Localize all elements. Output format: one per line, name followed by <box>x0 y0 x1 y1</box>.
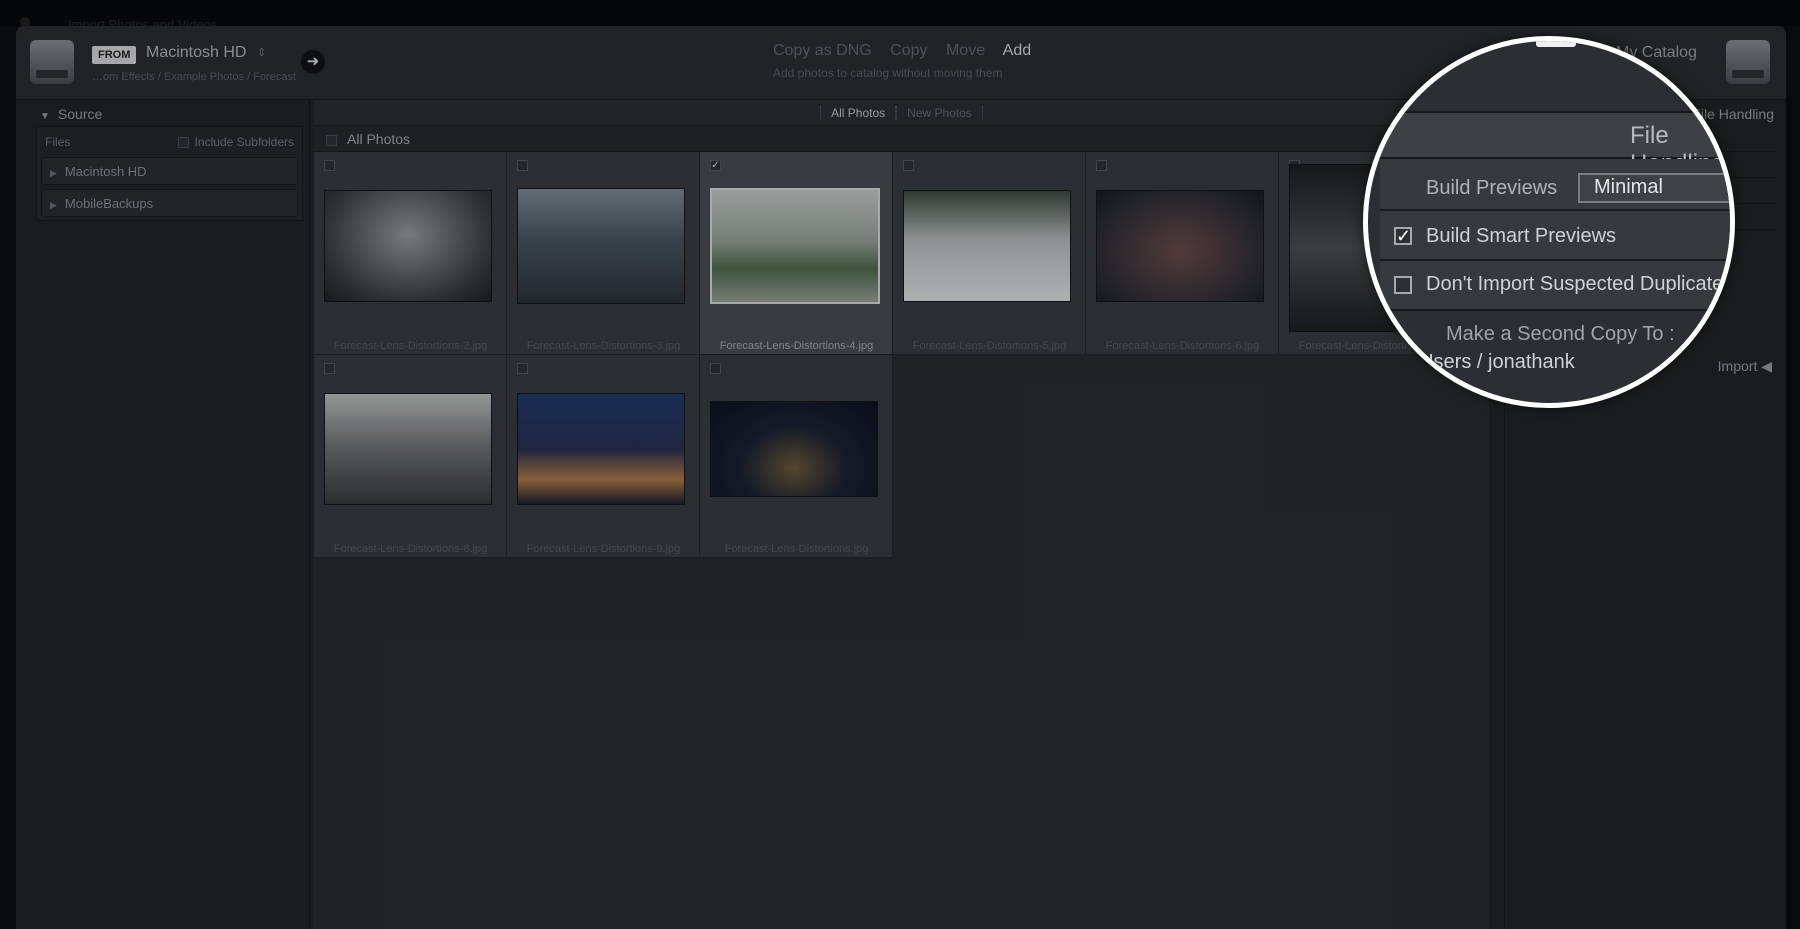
dont-import-duplicates-label: Don't Import Suspected Duplicates <box>1426 273 1734 295</box>
photo-filename: Forecast-Lens-Distortions-2.jpg <box>333 340 488 352</box>
second-copy-label: Make a Second Copy To : <box>1446 323 1675 345</box>
second-copy-path: / Users / jonathank <box>1408 351 1575 373</box>
title-bar: Import Photos and Videos <box>0 0 1800 32</box>
mode-copy[interactable]: Copy <box>890 42 927 59</box>
photo-checkbox[interactable] <box>517 363 528 374</box>
photo-filename: Forecast-Lens-Distortions-6.jpg <box>1105 340 1260 352</box>
photo-filename: Forecast-Lens-Distortions-5.jpg <box>912 340 1067 352</box>
photo-grid: Forecast-Lens-Distortions-2.jpg Forecast… <box>314 152 1489 902</box>
photo-thumbnail[interactable] <box>903 190 1071 302</box>
photo-cell[interactable]: Forecast-Lens-Distortions.jpg <box>700 355 893 558</box>
photo-filename: Forecast-Lens-Distortions-3.jpg <box>526 340 681 352</box>
photo-checkbox[interactable] <box>324 160 335 171</box>
photo-filename: Forecast-Lens-Distortions-8.jpg <box>333 543 488 555</box>
mode-subtitle: Add photos to catalog without moving the… <box>773 66 1003 80</box>
filter-all-photos[interactable]: All Photos <box>820 106 897 120</box>
photo-cell[interactable]: Forecast-Lens-Distortions-6.jpg <box>1086 152 1279 355</box>
mode-move[interactable]: Move <box>946 42 985 59</box>
photo-filename: Forecast-Lens-Distortions-4.jpg <box>719 340 874 352</box>
photo-filename: Forecast-Lens-Distortions.jpg <box>724 543 869 555</box>
source-title: Source <box>57 106 103 122</box>
catalog-disk-icon <box>1726 40 1770 84</box>
photo-thumbnail[interactable] <box>324 393 492 505</box>
files-row: Files Include Subfolders <box>37 127 302 155</box>
source-panel: ▼ Source Files Include Subfolders ▶ Macint… <box>30 100 310 929</box>
all-photos-bar: All Photos <box>314 126 1489 152</box>
photo-checkbox[interactable] <box>1096 160 1107 171</box>
photo-checkbox[interactable] <box>324 363 335 374</box>
filter-bar: All Photos New Photos <box>314 100 1489 126</box>
photo-checkbox[interactable] <box>710 363 721 374</box>
photo-thumbnail[interactable] <box>517 393 685 505</box>
include-subfolders-label: Include Subfolders <box>194 135 294 149</box>
source-dropdown-icon[interactable]: ⇕ <box>257 46 266 59</box>
expand-triangle-icon: ▶ <box>50 200 57 210</box>
source-panel-header[interactable]: ▼ Source <box>30 100 309 126</box>
arrow-right-icon[interactable]: ➜ <box>301 50 325 74</box>
include-subfolders-checkbox[interactable] <box>177 137 189 149</box>
photo-grid-area: All Photos New Photos All Photos Forecast… <box>314 100 1489 929</box>
from-badge: FROM <box>92 46 137 64</box>
photo-thumbnail[interactable] <box>710 401 878 497</box>
collapse-triangle-icon: ▼ <box>40 111 50 122</box>
mode-copy-as-dng[interactable]: Copy as DNG <box>773 42 872 59</box>
volume-macintosh-hd[interactable]: ▶ Macintosh HD <box>41 157 298 185</box>
source-disk-icon[interactable] <box>30 40 74 84</box>
from-source-path: …om Effects / Example Photos / Forecast <box>92 71 296 83</box>
expand-triangle-icon: ▶ <box>50 168 57 178</box>
photo-thumbnail[interactable] <box>324 190 492 302</box>
magnifier-callout: File Handling Build Previews Minimal ✓ B… <box>1363 36 1735 408</box>
import-label: Import <box>1717 358 1758 374</box>
dont-import-duplicates-checkbox[interactable] <box>1394 276 1412 294</box>
photo-cell[interactable]: Forecast-Lens-Distortions-2.jpg <box>314 152 507 355</box>
files-box: Files Include Subfolders ▶ Macintosh HD ▶… <box>36 126 303 221</box>
build-previews-select[interactable]: Minimal <box>1578 173 1730 203</box>
photo-cell[interactable]: Forecast-Lens-Distortions-8.jpg <box>314 355 507 558</box>
smart-previews-checkbox[interactable]: ✓ <box>1394 227 1412 245</box>
volume-label: MobileBackups <box>64 196 154 211</box>
photo-checkbox[interactable] <box>517 160 528 171</box>
all-photos-label: All Photos <box>347 131 411 147</box>
photo-cell-selected[interactable]: ✓ Forecast-Lens-Distortions-4.jpg <box>700 152 893 355</box>
volume-mobilebackups[interactable]: ▶ MobileBackups <box>41 189 298 217</box>
photo-thumbnail[interactable] <box>710 188 880 304</box>
magnifier-notch <box>1536 41 1576 47</box>
photo-thumbnail[interactable] <box>1096 190 1264 302</box>
photo-checkbox-checked[interactable]: ✓ <box>710 160 721 171</box>
photo-filename: Forecast-Lens-Distortions-9.jpg <box>526 543 681 555</box>
photo-cell[interactable]: Forecast-Lens-Distortions-5.jpg <box>893 152 1086 355</box>
import-section-header[interactable]: Import ◀ <box>1718 358 1772 375</box>
volume-label: Macintosh HD <box>64 164 147 179</box>
from-source-name[interactable]: Macintosh HD <box>146 44 246 62</box>
photo-cell[interactable]: Forecast-Lens-Distortions-3.jpg <box>507 152 700 355</box>
photo-thumbnail[interactable] <box>517 188 685 304</box>
mode-add[interactable]: Add <box>1003 42 1031 59</box>
filter-new-photos[interactable]: New Photos <box>896 106 983 120</box>
smart-previews-label: Build Smart Previews <box>1426 225 1617 247</box>
photo-checkbox[interactable] <box>903 160 914 171</box>
photo-cell[interactable]: Forecast-Lens-Distortions-9.jpg <box>507 355 700 558</box>
build-previews-label: Build Previews <box>1426 177 1558 199</box>
import-modes: Copy as DNG Copy Move Add <box>773 42 1045 60</box>
include-subfolders[interactable]: Include Subfolders <box>177 135 294 149</box>
select-all-checkbox[interactable] <box>326 134 337 146</box>
files-label: Files <box>45 135 71 149</box>
